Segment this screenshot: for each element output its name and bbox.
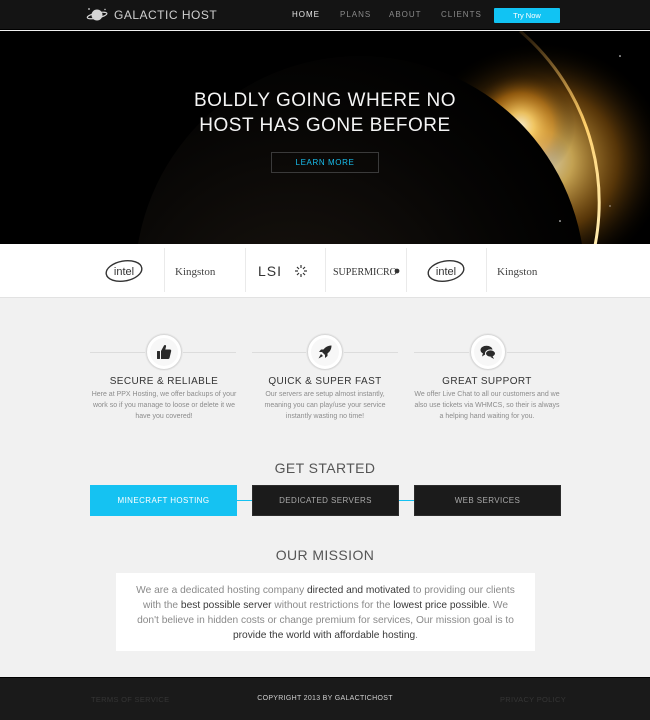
- dedicated-servers-button[interactable]: DEDICATED SERVERS: [252, 485, 399, 516]
- brand-name: GALACTIC HOST: [114, 8, 218, 22]
- partner-kingston: Kingston: [165, 244, 245, 298]
- footer: TERMS OF SERVICE COPYRIGHT 2013 BY GALAC…: [0, 677, 650, 720]
- mission-highlight: directed and motivated: [307, 585, 411, 596]
- hero-headline-line-1: BOLDLY GOING WHERE NO: [193, 90, 457, 111]
- nav-home-link[interactable]: HOME: [292, 10, 320, 19]
- svg-text:Kingston: Kingston: [175, 266, 216, 278]
- mission-highlight: best possible server: [180, 600, 272, 611]
- privacy-policy-link[interactable]: PRIVACY POLICY: [500, 695, 566, 704]
- intel-logo-icon: intel: [427, 259, 465, 283]
- svg-text:SUPERMICRO: SUPERMICRO: [333, 267, 397, 278]
- mission-text: without restrictions for the: [271, 600, 394, 611]
- try-now-button[interactable]: Try Now: [494, 8, 560, 23]
- our-mission-heading: OUR MISSION: [275, 547, 375, 563]
- brand-logo[interactable]: GALACTIC HOST: [86, 6, 217, 24]
- mission-statement: We are a dedicated hosting company direc…: [116, 573, 535, 651]
- get-started-heading: GET STARTED: [274, 460, 376, 476]
- mission-text: We are a dedicated hosting company: [136, 585, 307, 596]
- connector-line: [399, 500, 414, 501]
- nav-clients-link[interactable]: CLIENTS: [441, 10, 482, 19]
- svg-text:LSI: LSI: [258, 263, 282, 279]
- kingston-logo-icon: Kingston: [497, 266, 538, 278]
- intel-logo-icon: intel: [105, 259, 143, 283]
- feature-title: QUICK & SUPER FAST: [268, 376, 382, 387]
- lsi-logo-icon: LSI: [258, 263, 307, 279]
- svg-text:intel: intel: [436, 266, 456, 278]
- minecraft-hosting-button[interactable]: MINECRAFT HOSTING: [90, 485, 237, 516]
- partner-intel: intel: [84, 244, 164, 298]
- rocket-icon: [307, 334, 343, 370]
- web-services-button[interactable]: WEB SERVICES: [414, 485, 561, 516]
- top-navbar: GALACTIC HOST HOME PLANS ABOUT CLIENTS T…: [0, 0, 650, 30]
- hero-headline: BOLDLY GOING WHERE NO HOST HAS GONE BEFO…: [0, 88, 650, 138]
- kingston-logo-icon: Kingston: [175, 266, 216, 278]
- svg-text:Kingston: Kingston: [497, 266, 538, 278]
- mission-text: .: [415, 630, 418, 641]
- thumbs-up-icon: [146, 334, 182, 370]
- nav-about-link[interactable]: ABOUT: [389, 10, 422, 19]
- feature-description: Here at PPX Hosting, we offer backups of…: [91, 391, 237, 420]
- hero-headline-line-2: HOST HAS GONE BEFORE: [199, 115, 451, 136]
- planet-logo-icon: [86, 6, 108, 24]
- feature-description: We offer Live Chat to all our customers …: [414, 391, 560, 420]
- hero-banner: BOLDLY GOING WHERE NO HOST HAS GONE BEFO…: [0, 31, 650, 244]
- feature-title: SECURE & RELIABLE: [109, 376, 219, 387]
- mission-highlight: provide the world with affordable hostin…: [232, 630, 416, 641]
- mission-highlight: lowest price possible: [393, 600, 488, 611]
- partner-lsi: LSI: [246, 244, 326, 298]
- partner-logos-strip: intel Kingston LSI SUPERMICRO intel King…: [0, 244, 650, 298]
- svg-text:intel: intel: [114, 266, 134, 278]
- partner-kingston-2: Kingston: [487, 244, 567, 298]
- feature-description: Our servers are setup almost instantly, …: [264, 391, 386, 420]
- learn-more-button[interactable]: LEARN MORE: [271, 152, 379, 173]
- partner-supermicro: SUPERMICRO: [326, 244, 406, 298]
- connector-line: [236, 500, 252, 501]
- partner-intel-2: intel: [406, 244, 486, 298]
- nav-plans-link[interactable]: PLANS: [340, 10, 371, 19]
- chat-bubbles-icon: [470, 334, 506, 370]
- feature-title: GREAT SUPPORT: [442, 376, 532, 387]
- supermicro-logo-icon: SUPERMICRO: [333, 267, 400, 278]
